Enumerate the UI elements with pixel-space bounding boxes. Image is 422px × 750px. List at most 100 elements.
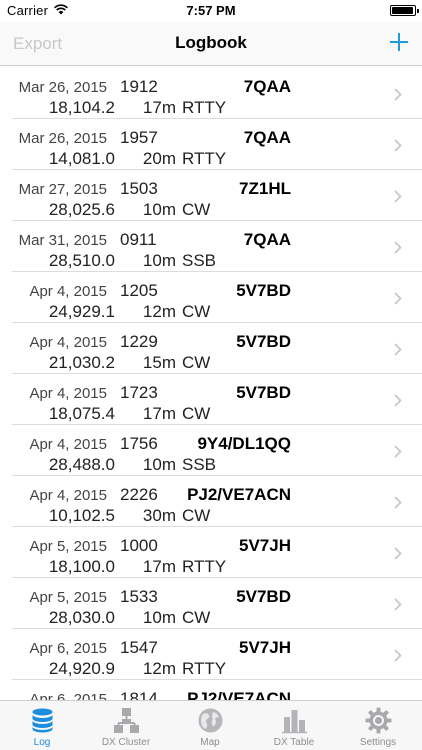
chevron-right-icon: [394, 598, 402, 611]
tab-bar: Log DX Cluster Map DX Table Settings: [0, 700, 422, 750]
tab-map[interactable]: Map: [168, 701, 252, 750]
chevron-right-icon: [394, 445, 402, 458]
log-entry-date: Apr 4, 2015: [29, 334, 107, 351]
log-entry-row[interactable]: Mar 27, 2015 1503 7Z1HL 28,025.6 10m CW: [0, 170, 422, 221]
tab-label-map: Map: [200, 737, 220, 748]
chevron-right-icon: [394, 547, 402, 560]
log-entry-callsign: 5V7BD: [236, 587, 291, 606]
log-entry-time: 1756: [120, 434, 158, 453]
log-entry-date: Apr 4, 2015: [29, 385, 107, 402]
log-entry-mode: CW: [182, 302, 211, 321]
log-entry-frequency: 24,920.9: [48, 659, 115, 678]
log-entry-band: 10m: [142, 200, 176, 219]
log-entry-time: 1547: [120, 638, 158, 657]
log-entry-row[interactable]: Apr 4, 2015 1756 9Y4/DL1QQ 28,488.0 10m SSB: [0, 425, 422, 476]
log-entry-band: 20m: [142, 149, 176, 168]
chevron-right-icon: [394, 139, 402, 152]
log-entry-mode: SSB: [182, 455, 217, 474]
log-entry-row[interactable]: Mar 26, 2015 1957 7QAA 14,081.0 20m RTTY: [0, 119, 422, 170]
log-entry-mode: SSB: [182, 251, 217, 270]
log-entry-frequency: 28,025.6: [48, 200, 115, 219]
log-entry-band: 10m: [142, 455, 176, 474]
log-entry-frequency: 10,102.5: [48, 506, 115, 525]
log-entry-band: 12m: [142, 659, 176, 678]
log-entry-row[interactable]: Apr 4, 2015 2226 PJ2/VE7ACN 10,102.5 30m CW: [0, 476, 422, 527]
log-entry-row[interactable]: Apr 6, 2015 1547 5V7JH 24,920.9 12m RTTY: [0, 629, 422, 680]
log-entry-time: 0911: [120, 230, 157, 249]
log-entry-row[interactable]: Mar 26, 2015 1912 7QAA 18,104.2 17m RTTY: [0, 68, 422, 119]
log-entry-band: 10m: [142, 608, 176, 627]
log-entry-mode: CW: [182, 200, 211, 219]
log-entry-time: 1205: [120, 281, 158, 300]
tab-label-settings: Settings: [359, 737, 397, 748]
log-entry-callsign: 7Z1HL: [239, 179, 291, 198]
log-entry-row[interactable]: Apr 4, 2015 1205 5V7BD 24,929.1 12m CW: [0, 272, 422, 323]
log-entry-mode: CW: [182, 404, 211, 423]
log-entry-frequency: 21,030.2: [48, 353, 115, 372]
log-entry-time: 1229: [120, 332, 158, 351]
tab-log[interactable]: Log: [0, 701, 84, 750]
log-entry-row[interactable]: Apr 5, 2015 1533 5V7BD 28,030.0 10m CW: [0, 578, 422, 629]
log-entry-mode: RTTY: [182, 149, 227, 168]
network-icon: [114, 708, 139, 733]
page-title: Logbook: [175, 33, 247, 52]
log-entry-callsign: PJ2/VE7ACN: [187, 485, 291, 504]
log-entry-callsign: 5V7JH: [239, 638, 291, 657]
log-entry-callsign: 5V7BD: [236, 383, 291, 402]
log-entry-date: Apr 5, 2015: [29, 538, 107, 555]
chevron-right-icon: [394, 292, 402, 305]
status-time: 7:57 PM: [186, 3, 236, 18]
tab-settings[interactable]: Settings: [336, 701, 420, 750]
log-entry-frequency: 24,929.1: [48, 302, 115, 321]
log-entry-callsign: 9Y4/DL1QQ: [197, 434, 291, 453]
log-entry-date: Apr 6, 2015: [29, 640, 107, 657]
tab-dx-table[interactable]: DX Table: [252, 701, 336, 750]
log-entry-time: 2226: [120, 485, 158, 504]
log-entry-time: 1957: [120, 128, 158, 147]
log-entry-mode: CW: [182, 353, 211, 372]
log-entry-band: 12m: [142, 302, 176, 321]
log-entry-date: Mar 26, 2015: [18, 130, 107, 147]
log-entry-date: Apr 5, 2015: [29, 589, 107, 606]
log-entry-time: 1533: [120, 587, 158, 606]
log-entry-callsign: 5V7BD: [236, 281, 291, 300]
log-entry-mode: RTTY: [182, 557, 227, 576]
log-entry-date: Apr 4, 2015: [29, 436, 107, 453]
log-entry-callsign: 5V7BD: [236, 332, 291, 351]
log-entry-time: 1912: [120, 77, 158, 96]
log-entry-callsign: 5V7JH: [239, 536, 291, 555]
log-entry-time: 1723: [120, 383, 158, 402]
log-entry-frequency: 28,030.0: [48, 608, 115, 627]
log-entry-time: 1503: [120, 179, 158, 198]
log-entry-row[interactable]: Apr 4, 2015 1723 5V7BD 18,075.4 17m CW: [0, 374, 422, 425]
log-entry-mode: CW: [182, 506, 211, 525]
log-entry-date: Apr 4, 2015: [29, 487, 107, 504]
log-entry-band: 10m: [142, 251, 176, 270]
log-entry-time: 1814: [120, 689, 158, 700]
log-entry-row[interactable]: Apr 4, 2015 1229 5V7BD 21,030.2 15m CW: [0, 323, 422, 374]
chevron-right-icon: [394, 88, 402, 101]
log-entry-band: 17m: [142, 557, 176, 576]
tab-label-dx-table: DX Table: [273, 737, 315, 748]
log-entry-band: 30m: [142, 506, 176, 525]
status-bar: Carrier 7:57 PM: [0, 0, 422, 22]
log-entry-frequency: 18,104.2: [48, 98, 115, 117]
log-entry-date: Mar 27, 2015: [18, 181, 107, 198]
chevron-right-icon: [394, 394, 402, 407]
log-entry-callsign: 7QAA: [243, 128, 291, 147]
log-entry-frequency: 18,100.0: [48, 557, 115, 576]
log-entry-mode: CW: [182, 608, 211, 627]
log-list[interactable]: Mar 26, 2015 1912 7QAA 18,104.2 17m RTTY Mar 2…: [0, 68, 422, 700]
bar-table-icon: [282, 710, 307, 734]
tab-dx-cluster[interactable]: DX Cluster: [84, 701, 168, 750]
chevron-right-icon: [394, 241, 402, 254]
log-entry-row[interactable]: Mar 31, 2015 0911 7QAA 28,510.0 10m SSB: [0, 221, 422, 272]
tab-label-log: Log: [33, 737, 51, 748]
log-entry-callsign: 7QAA: [243, 77, 291, 96]
log-entry-frequency: 28,510.0: [48, 251, 115, 270]
plus-icon[interactable]: [386, 28, 412, 56]
log-entry-row[interactable]: Apr 6, 2015 1814 PJ2/VE7ACN: [0, 680, 422, 700]
log-entry-row[interactable]: Apr 5, 2015 1000 5V7JH 18,100.0 17m RTTY: [0, 527, 422, 578]
log-entry-date: Mar 31, 2015: [18, 232, 107, 249]
log-entry-mode: RTTY: [182, 659, 227, 678]
